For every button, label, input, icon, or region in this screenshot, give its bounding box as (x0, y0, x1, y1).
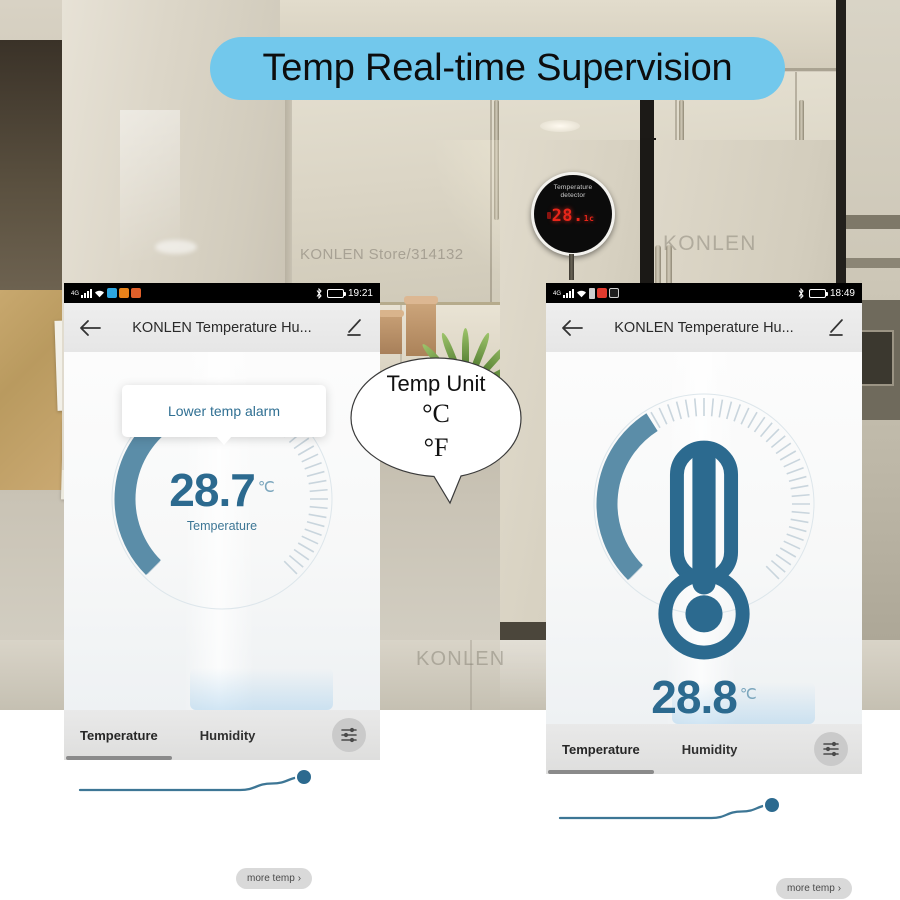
more-temp-button[interactable]: more temp › (236, 868, 313, 889)
settings-button[interactable] (814, 732, 848, 766)
counter-pot-rim (378, 310, 404, 317)
app-bar-title: KONLEN Temperature Hu... (614, 319, 794, 336)
network-type-label: 4G (71, 291, 80, 297)
battery-icon (808, 288, 828, 298)
back-button[interactable] (78, 316, 102, 340)
bottom-tab-bar: Temperature Humidity (546, 724, 862, 774)
counter-pot (380, 312, 402, 354)
gloss-highlight (155, 240, 197, 254)
app-icon-contacts (131, 288, 142, 298)
app-icon-battery-saver (589, 287, 596, 299)
network-type-label: 4G (553, 290, 562, 297)
lower-temp-alarm-tooltip[interactable]: Lower temp alarm (122, 385, 326, 445)
bluetooth-icon (316, 287, 322, 299)
device-reading-int: 28. (551, 206, 584, 226)
temperature-detector-device: Temperature detector 28.1c (531, 172, 615, 256)
battery-icon (326, 288, 346, 298)
gauge-readout: 28.8℃ Temperature (588, 436, 820, 724)
edit-button[interactable] (824, 316, 848, 340)
edit-button[interactable] (342, 316, 366, 340)
pencil-icon (347, 318, 361, 336)
tab-humidity[interactable]: Humidity (198, 724, 258, 747)
shelf (846, 215, 900, 229)
signal-icon (563, 288, 575, 298)
sliders-icon (823, 741, 839, 757)
clock: 19:21 (347, 287, 373, 299)
tab-temperature[interactable]: Temperature (548, 738, 654, 774)
status-bar: 4G 18:49 (546, 283, 862, 303)
bottom-tab-bar: Temperature Humidity (64, 710, 380, 760)
device-stem (569, 254, 574, 280)
page-title-banner: Temp Real-time Supervision (210, 37, 785, 100)
signal-icon (81, 288, 93, 298)
callout-title: Temp Unit (386, 371, 486, 396)
pencil-icon (829, 318, 843, 336)
tab-temperature[interactable]: Temperature (66, 724, 172, 760)
temperature-history-chart-left: more temp › (64, 760, 380, 900)
app-bar: KONLEN Temperature Hu... (546, 303, 862, 352)
clock: 18:49 (829, 287, 855, 299)
tooltip-text: Lower temp alarm (167, 403, 281, 419)
arrow-left-icon (562, 319, 583, 336)
status-bar-right: 19:21 (315, 287, 373, 299)
temperature-gauge: 28.8℃ Temperature (588, 388, 820, 720)
more-temp-button[interactable]: more temp › (776, 878, 853, 899)
device-label-line1: Temperature (553, 184, 593, 191)
gauge-value-row: 28.8 ℃ (588, 674, 820, 720)
watermark-fridge: KONLEN (663, 232, 757, 255)
device-screen: 28.8℃ Temperature (546, 352, 862, 724)
app-icon-cloud (107, 288, 118, 298)
shelf (846, 258, 900, 268)
status-bar: 4G 19:21 (64, 283, 380, 303)
more-temp-label: more temp (787, 883, 835, 894)
device-reading-unit: c (589, 214, 595, 223)
device-label: Temperature detector (531, 184, 615, 200)
wifi-icon (95, 290, 105, 297)
app-bar-title: KONLEN Temperature Hu... (132, 319, 312, 336)
bluetooth-icon (798, 287, 804, 299)
device-screen: 28.7 ℃ Temperature Lower temp alarm (64, 352, 380, 710)
chevron-right-icon: › (837, 883, 842, 894)
gloss-highlight (120, 110, 180, 260)
sliders-icon (341, 727, 357, 743)
phone-screenshot-left: 4G 19:21 KONLEN Temperature Hu... 28.7 ℃… (64, 283, 380, 760)
more-temp-label: more temp (247, 873, 295, 884)
arrow-left-icon (80, 319, 101, 336)
callout-option-celsius[interactable]: °C (348, 399, 524, 429)
gauge-label: Temperature (186, 519, 258, 533)
gauge-value: 28.8 (651, 671, 738, 723)
status-bar-right: 18:49 (797, 287, 855, 299)
wifi-icon (577, 290, 587, 297)
callout-option-fahrenheit[interactable]: °F (348, 433, 524, 463)
app-bar: KONLEN Temperature Hu... (64, 303, 380, 352)
screen-blue-tint (190, 668, 333, 710)
device-reading: 28.1c (531, 206, 615, 226)
status-bar-left: 4G (71, 288, 142, 298)
thermometer-icon (588, 436, 820, 668)
gauge-value-row: 28.7 ℃ (106, 467, 338, 513)
app-icon-alarm (597, 288, 608, 298)
device-label-line2: detector (560, 192, 586, 199)
gauge-unit: ℃ (257, 479, 275, 496)
doorway (0, 40, 62, 290)
watermark-store: KONLEN Store/314132 (300, 246, 464, 263)
phone-screenshot-right: 4G 18:49 KONLEN Temperature Hu... 28.8 ℃… (546, 283, 862, 774)
chart-line-left (78, 768, 313, 792)
temperature-history-chart-right: more temp › (546, 774, 862, 900)
temp-unit-callout: Temp Unit °C °F (348, 357, 524, 507)
tab-humidity[interactable]: Humidity (680, 738, 740, 761)
status-bar-left: 4G (553, 287, 620, 299)
gauge-unit: ℃ (739, 686, 757, 703)
back-button[interactable] (560, 316, 584, 340)
gauge-value: 28.7 (169, 464, 256, 516)
gauge-readout: 28.7 ℃ Temperature (106, 467, 338, 533)
watermark-floor: KONLEN (416, 648, 506, 670)
page-title: Temp Real-time Supervision (262, 47, 733, 89)
settings-button[interactable] (332, 718, 366, 752)
app-icon-photos (119, 288, 130, 298)
chart-line-right (558, 796, 781, 820)
app-icon-music (609, 288, 620, 298)
chevron-right-icon: › (297, 873, 302, 884)
downlight (540, 120, 580, 132)
